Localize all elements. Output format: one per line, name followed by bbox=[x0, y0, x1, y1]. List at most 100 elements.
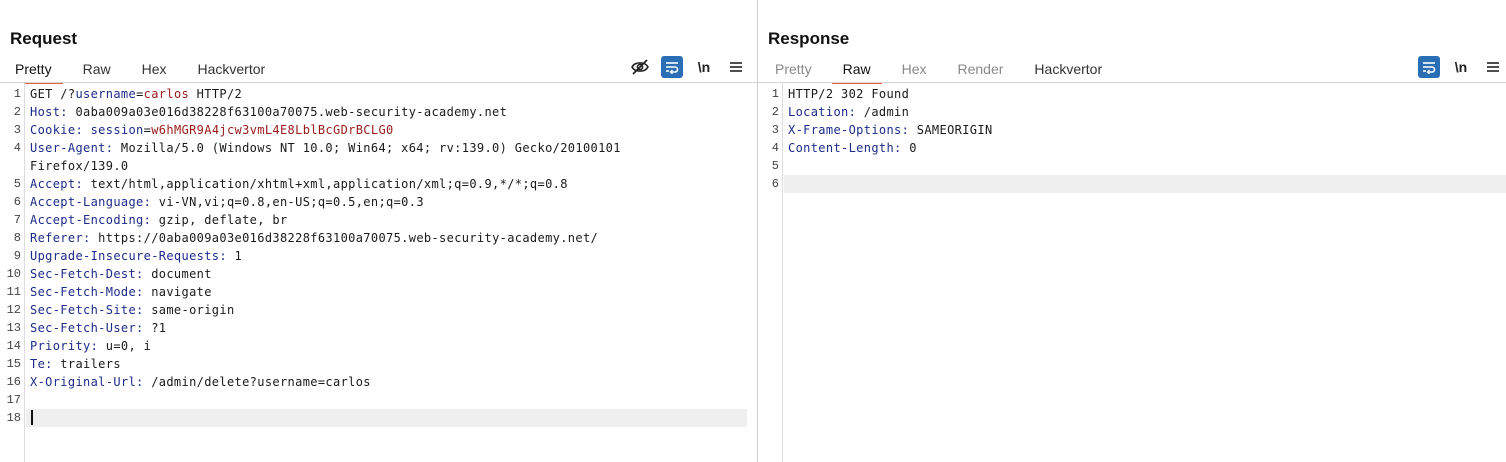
newline-toggle-icon[interactable]: \n bbox=[693, 56, 715, 78]
menu-icon[interactable] bbox=[1482, 56, 1504, 78]
code-text: SAMEORIGIN bbox=[909, 123, 993, 137]
response-title: Response bbox=[768, 29, 850, 48]
code-line: Host: 0aba009a03e016d38228f63100a70075.w… bbox=[30, 105, 507, 119]
code-line: Location: /admin bbox=[788, 105, 909, 119]
line-number: 16 bbox=[6, 375, 21, 389]
newline-toggle-label: \n bbox=[1454, 59, 1468, 75]
code-text: document bbox=[143, 267, 212, 281]
response-pane: Response Pretty Raw Hex Render Hackverto… bbox=[758, 0, 1506, 462]
line-number: 1 bbox=[13, 87, 21, 101]
response-tab-hackvertor[interactable]: Hackvertor bbox=[1023, 58, 1113, 82]
line-number: 12 bbox=[6, 303, 21, 317]
line-number: 11 bbox=[6, 285, 21, 299]
code-text: trailers bbox=[52, 357, 121, 371]
line-number: 10 bbox=[6, 267, 21, 281]
code-line: Accept-Encoding: gzip, deflate, br bbox=[30, 213, 288, 227]
line-number: 6 bbox=[771, 177, 779, 191]
header-name: X-Original-Url: bbox=[30, 375, 144, 389]
header-name: X-Frame-Options: bbox=[788, 123, 910, 137]
code-line: X-Original-Url: /admin/delete?username=c… bbox=[30, 375, 371, 389]
header-name: Te: bbox=[30, 357, 53, 371]
code-text: gzip, deflate, br bbox=[151, 213, 288, 227]
line-number: 5 bbox=[771, 159, 779, 173]
header-name: Sec-Fetch-Site: bbox=[30, 303, 144, 317]
response-editor[interactable]: 1 HTTP/2 302 Found 2 Location: /admin 3 X-Fra… bbox=[758, 83, 1506, 462]
line-number: 18 bbox=[6, 411, 21, 425]
request-pane: Request Pretty Raw Hex Hackvertor \n 1 G… bbox=[0, 0, 757, 462]
response-tab-hex[interactable]: Hex bbox=[891, 58, 938, 82]
header-name: session bbox=[90, 123, 144, 137]
code-text: text/html,application/xhtml+xml,applicat… bbox=[83, 177, 568, 191]
line-number: 8 bbox=[13, 231, 21, 245]
line-number: 4 bbox=[13, 141, 21, 155]
line-number: 14 bbox=[6, 339, 21, 353]
code-line: Content-Length: 0 bbox=[788, 141, 917, 155]
line-number: 2 bbox=[13, 105, 21, 119]
current-line-highlight bbox=[784, 175, 1506, 193]
line-number: 7 bbox=[13, 213, 21, 227]
code-line: Sec-Fetch-User: ?1 bbox=[30, 321, 166, 335]
code-text: GET /? bbox=[30, 87, 76, 101]
request-editor[interactable]: 1 GET /?username=carlos HTTP/2 2 Host: 0aba… bbox=[0, 83, 757, 462]
header-name: Sec-Fetch-User: bbox=[30, 321, 144, 335]
code-text: ?1 bbox=[143, 321, 167, 335]
header-name: Sec-Fetch-Dest: bbox=[30, 267, 144, 281]
response-line-gutter bbox=[758, 83, 783, 462]
code-line: Cookie: session=w6hMGR9A4jcw3vmL4E8LblBc… bbox=[30, 123, 394, 137]
menu-icon[interactable] bbox=[725, 56, 747, 78]
code-line: HTTP/2 302 Found bbox=[788, 87, 909, 101]
code-text: Firefox/139.0 bbox=[30, 159, 129, 173]
wrap-lines-icon[interactable] bbox=[1418, 56, 1440, 78]
request-tab-hackvertor[interactable]: Hackvertor bbox=[187, 58, 277, 82]
request-tab-raw[interactable]: Raw bbox=[72, 58, 122, 82]
code-line: Accept: text/html,application/xhtml+xml,… bbox=[30, 177, 568, 191]
current-line-highlight bbox=[26, 409, 747, 427]
hide-non-printable-icon[interactable] bbox=[629, 56, 651, 78]
line-number: 6 bbox=[13, 195, 21, 209]
line-number: 3 bbox=[13, 123, 21, 137]
code-text: 0aba009a03e016d38228f63100a70075.web-sec… bbox=[67, 105, 508, 119]
header-name: User-Agent: bbox=[30, 141, 114, 155]
line-number: 3 bbox=[771, 123, 779, 137]
header-name: Upgrade-Insecure-Requests: bbox=[30, 249, 227, 263]
wrap-lines-icon[interactable] bbox=[661, 56, 683, 78]
code-text: HTTP/2 302 Found bbox=[788, 87, 910, 101]
header-name: username bbox=[75, 87, 137, 101]
code-text: https://0aba009a03e016d38228f63100a70075… bbox=[90, 231, 599, 245]
line-number: 4 bbox=[771, 141, 779, 155]
line-number: 15 bbox=[6, 357, 21, 371]
request-tab-pretty[interactable]: Pretty bbox=[4, 58, 63, 84]
line-number: 13 bbox=[6, 321, 21, 335]
newline-toggle-label: \n bbox=[697, 59, 711, 75]
code-text: = bbox=[136, 87, 144, 101]
line-number: 5 bbox=[13, 177, 21, 191]
header-name: Referer: bbox=[30, 231, 91, 245]
code-line: Priority: u=0, i bbox=[30, 339, 151, 353]
param-value: w6hMGR9A4jcw3vmL4E8LblBcGDrBCLG0 bbox=[151, 123, 394, 137]
code-text: Mozilla/5.0 (Windows NT 10.0; Win64; x64… bbox=[113, 141, 621, 155]
code-text: /admin bbox=[856, 105, 910, 119]
code-line: Sec-Fetch-Mode: navigate bbox=[30, 285, 212, 299]
code-line: Te: trailers bbox=[30, 357, 121, 371]
header-name: Accept-Language: bbox=[30, 195, 152, 209]
response-tab-raw[interactable]: Raw bbox=[831, 58, 882, 84]
response-tab-render[interactable]: Render bbox=[947, 58, 1015, 82]
response-tab-pretty[interactable]: Pretty bbox=[764, 58, 823, 82]
request-tabs: Pretty Raw Hex Hackvertor bbox=[4, 58, 285, 84]
code-line: GET /?username=carlos HTTP/2 bbox=[30, 87, 242, 101]
header-name: Priority: bbox=[30, 339, 99, 353]
header-name: Location: bbox=[788, 105, 857, 119]
response-tabs: Pretty Raw Hex Render Hackvertor bbox=[764, 58, 1122, 84]
header-name: Host: bbox=[30, 105, 68, 119]
header-name: Cookie: bbox=[30, 123, 84, 137]
text-caret bbox=[31, 410, 33, 425]
code-text: 0 bbox=[901, 141, 917, 155]
param-value: carlos bbox=[143, 87, 190, 101]
request-title: Request bbox=[10, 29, 78, 48]
code-line: Referer: https://0aba009a03e016d38228f63… bbox=[30, 231, 598, 245]
line-number: 17 bbox=[6, 393, 21, 407]
code-text: 1 bbox=[226, 249, 243, 263]
request-tab-hex[interactable]: Hex bbox=[131, 58, 178, 82]
newline-toggle-icon[interactable]: \n bbox=[1450, 56, 1472, 78]
